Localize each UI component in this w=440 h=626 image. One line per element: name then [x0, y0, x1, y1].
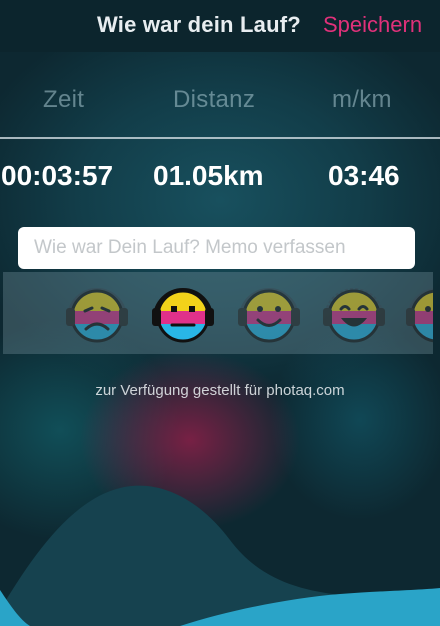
watermark-text: zur Verfügung gestellt für photaq.com — [95, 382, 345, 399]
stats-labels: Zeit Distanz m/km — [0, 80, 440, 120]
time-label: Zeit — [43, 86, 85, 113]
happy-headphones-face-icon — [323, 288, 385, 343]
pace-value: 03:46 — [328, 160, 400, 191]
partial-headphones-face-icon — [406, 288, 433, 343]
distance-label: Distanz — [173, 86, 256, 113]
sad-headphones-face-icon — [66, 288, 128, 343]
mood-partial[interactable] — [401, 278, 433, 350]
page-title: Wie war dein Lauf? — [97, 12, 301, 37]
mood-selector[interactable] — [3, 272, 433, 354]
save-button[interactable]: Speichern — [323, 12, 422, 38]
neutral-headphones-face-icon — [152, 288, 214, 343]
smile-headphones-face-icon — [238, 288, 300, 343]
memo-input[interactable] — [18, 227, 415, 269]
mood-happy[interactable] — [318, 278, 390, 350]
divider — [0, 137, 440, 139]
time-value: 00:03:57 — [1, 160, 114, 191]
pace-label: m/km — [332, 86, 392, 113]
nav-bar: Wie war dein Lauf? Speichern — [0, 0, 440, 52]
mood-sad[interactable] — [61, 278, 133, 350]
mood-smile[interactable] — [233, 278, 305, 350]
distance-value: 01.05km — [153, 160, 264, 191]
mood-neutral[interactable] — [147, 278, 219, 350]
wave-decoration — [0, 485, 440, 626]
